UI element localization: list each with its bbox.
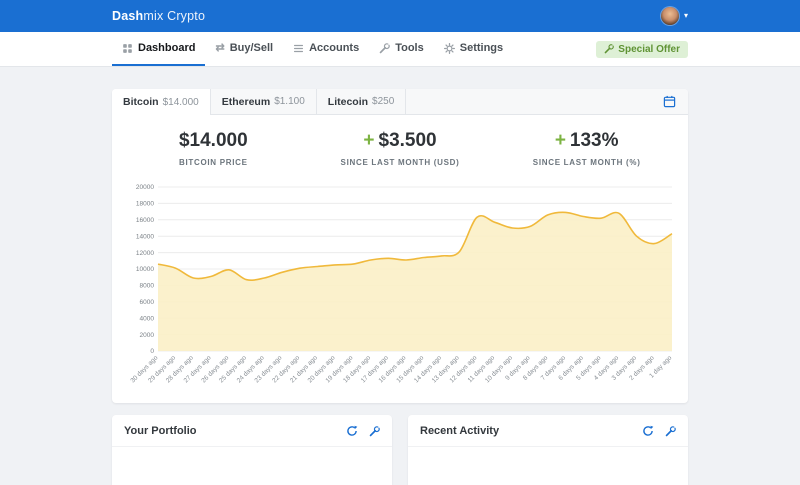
stat-value: +$3.500 bbox=[307, 130, 494, 152]
nav-label-tools: Tools bbox=[395, 42, 424, 54]
bottom-panels: Your Portfolio bbox=[112, 415, 688, 485]
portfolio-panel: Your Portfolio bbox=[112, 415, 392, 485]
plus-sign: + bbox=[555, 130, 566, 151]
svg-text:8000: 8000 bbox=[140, 283, 155, 290]
portfolio-panel-header: Your Portfolio bbox=[112, 415, 392, 447]
nav-item-settings[interactable]: Settings bbox=[434, 32, 513, 66]
stat-value: +133% bbox=[493, 130, 680, 152]
tab-ethereum-name: Ethereum bbox=[222, 96, 270, 108]
svg-text:16000: 16000 bbox=[136, 217, 154, 224]
stat-change-usd: +$3.500 SINCE LAST MONTH (USD) bbox=[307, 130, 494, 167]
crypto-overview-card: Bitcoin $14.000 Ethereum $1.100 Litecoin… bbox=[112, 89, 688, 403]
tab-bitcoin-price: $14.000 bbox=[163, 97, 199, 108]
svg-text:12000: 12000 bbox=[136, 250, 154, 257]
list-icon bbox=[293, 43, 304, 54]
tab-bitcoin-name: Bitcoin bbox=[123, 96, 159, 108]
brand-rest: mix Crypto bbox=[143, 9, 205, 23]
portfolio-panel-title: Your Portfolio bbox=[124, 425, 346, 437]
nav-item-dashboard[interactable]: Dashboard bbox=[112, 32, 205, 66]
activity-panel-header: Recent Activity bbox=[408, 415, 688, 447]
nav-item-tools[interactable]: Tools bbox=[369, 32, 434, 66]
stat-bitcoin-price: $14.000 BITCOIN PRICE bbox=[120, 130, 307, 167]
calendar-icon bbox=[663, 95, 676, 108]
nav-label-dashboard: Dashboard bbox=[138, 42, 195, 54]
brand-bold: Dash bbox=[112, 9, 143, 23]
price-chart-container: 0200040006000800010000120001400016000180… bbox=[112, 179, 688, 403]
tab-ethereum-price: $1.100 bbox=[274, 96, 305, 107]
refresh-button[interactable] bbox=[346, 425, 358, 437]
svg-text:14000: 14000 bbox=[136, 233, 154, 240]
price-chart: 0200040006000800010000120001400016000180… bbox=[122, 181, 678, 399]
stat-label: SINCE LAST MONTH (%) bbox=[493, 158, 680, 167]
wrench-icon bbox=[369, 426, 380, 437]
stat-label: BITCOIN PRICE bbox=[120, 158, 307, 167]
stat-change-pct: +133% SINCE LAST MONTH (%) bbox=[493, 130, 680, 167]
special-offer-button[interactable]: Special Offer bbox=[596, 41, 688, 58]
tab-litecoin-price: $250 bbox=[372, 96, 394, 107]
svg-text:2000: 2000 bbox=[140, 332, 155, 339]
activity-panel-title: Recent Activity bbox=[420, 425, 642, 437]
svg-text:10000: 10000 bbox=[136, 266, 154, 273]
main-navbar: Dashboard ⇄ Buy/Sell Accounts Tools bbox=[0, 32, 800, 67]
svg-text:18000: 18000 bbox=[136, 201, 154, 208]
special-offer-label: Special Offer bbox=[618, 44, 680, 55]
wrench-icon bbox=[665, 426, 676, 437]
wrench-icon bbox=[379, 43, 390, 54]
ticker-tabbar: Bitcoin $14.000 Ethereum $1.100 Litecoin… bbox=[112, 89, 688, 115]
main-content: Bitcoin $14.000 Ethereum $1.100 Litecoin… bbox=[0, 67, 800, 485]
refresh-button[interactable] bbox=[642, 425, 654, 437]
stat-label: SINCE LAST MONTH (USD) bbox=[307, 158, 494, 167]
settings-wrench-button[interactable] bbox=[665, 426, 676, 437]
tab-bitcoin[interactable]: Bitcoin $14.000 bbox=[112, 89, 211, 115]
nav-label-buy-sell: Buy/Sell bbox=[230, 42, 273, 54]
plus-sign: + bbox=[363, 130, 374, 151]
svg-text:6000: 6000 bbox=[140, 299, 155, 306]
gear-icon bbox=[444, 43, 455, 54]
nav-item-buy-sell[interactable]: ⇄ Buy/Sell bbox=[205, 32, 283, 66]
tab-litecoin-name: Litecoin bbox=[328, 96, 368, 108]
stats-row: $14.000 BITCOIN PRICE +$3.500 SINCE LAST… bbox=[112, 115, 688, 179]
tab-ethereum[interactable]: Ethereum $1.100 bbox=[211, 89, 317, 114]
avatar bbox=[661, 7, 679, 25]
calendar-button[interactable] bbox=[651, 89, 688, 114]
tab-litecoin[interactable]: Litecoin $250 bbox=[317, 89, 407, 114]
refresh-icon bbox=[346, 425, 358, 437]
chevron-down-icon: ▾ bbox=[684, 12, 688, 20]
stat-value: $14.000 bbox=[120, 130, 307, 152]
refresh-icon bbox=[642, 425, 654, 437]
svg-text:20000: 20000 bbox=[136, 184, 154, 191]
exchange-icon: ⇄ bbox=[215, 43, 224, 54]
wrench-icon bbox=[604, 44, 614, 54]
user-menu-button[interactable]: ▾ bbox=[661, 7, 688, 25]
activity-panel: Recent Activity bbox=[408, 415, 688, 485]
nav-item-accounts[interactable]: Accounts bbox=[283, 32, 369, 66]
nav-label-settings: Settings bbox=[460, 42, 503, 54]
nav-items: Dashboard ⇄ Buy/Sell Accounts Tools bbox=[112, 32, 596, 66]
settings-wrench-button[interactable] bbox=[369, 426, 380, 437]
top-header-bar: Dashmix Crypto ▾ bbox=[0, 0, 800, 32]
svg-text:4000: 4000 bbox=[140, 315, 155, 322]
dashboard-grid-icon bbox=[122, 43, 133, 54]
brand-logo[interactable]: Dashmix Crypto bbox=[112, 9, 205, 23]
nav-label-accounts: Accounts bbox=[309, 42, 359, 54]
